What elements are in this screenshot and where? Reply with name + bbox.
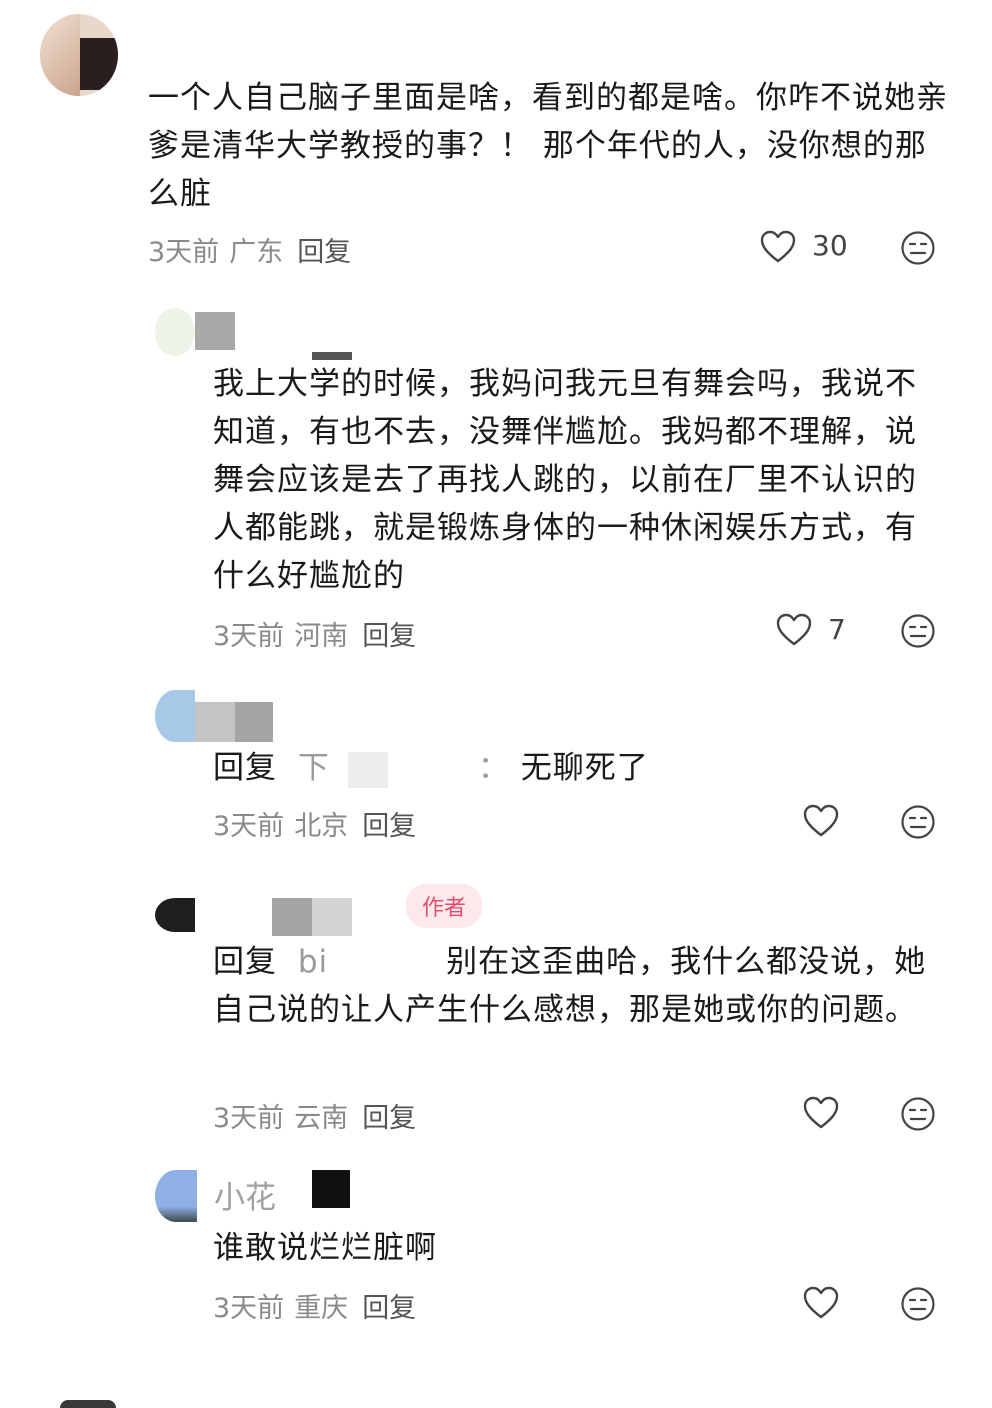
avatar[interactable] bbox=[155, 1170, 197, 1222]
comment-text: 回复 下 ： 无聊死了 bbox=[213, 744, 948, 792]
comment-location: 云南 bbox=[294, 1103, 349, 1134]
username-redacted bbox=[195, 702, 235, 742]
heart-outline-icon[interactable] bbox=[803, 804, 839, 838]
comment-text: 一个人自己脑子里面是啥，看到的都是啥。你咋不说她亲爹是清华大学教授的事？！ 那个… bbox=[148, 80, 948, 212]
neutral-face-icon[interactable] bbox=[900, 1096, 936, 1132]
mention-redacted bbox=[347, 751, 388, 788]
heart-outline-icon[interactable] bbox=[803, 1286, 839, 1320]
avatar-redaction bbox=[80, 38, 118, 90]
comment-location: 重庆 bbox=[294, 1293, 349, 1324]
username-redacted bbox=[312, 352, 352, 360]
comment-time: 3天前 bbox=[213, 1293, 285, 1324]
comment-time: 3天前 bbox=[148, 237, 220, 268]
username-redacted bbox=[312, 1170, 350, 1208]
avatar-photo bbox=[40, 14, 80, 96]
reply-prefix: 回复 bbox=[213, 750, 277, 786]
comment-text: 谁敢说烂烂脏啊 bbox=[213, 1230, 437, 1266]
like-count: 30 bbox=[812, 229, 848, 262]
comment-time: 3天前 bbox=[213, 811, 285, 842]
mention-username[interactable]: bi bbox=[298, 944, 328, 980]
comment-location: 北京 bbox=[294, 811, 349, 842]
reply-button[interactable]: 回复 bbox=[362, 811, 416, 842]
avatar[interactable] bbox=[155, 898, 195, 932]
reply-button[interactable]: 回复 bbox=[362, 1103, 416, 1134]
neutral-face-icon[interactable] bbox=[900, 804, 936, 840]
comment-meta: 3天前 北京 回复 bbox=[213, 804, 416, 843]
comment-location: 广东 bbox=[229, 237, 284, 268]
avatar[interactable] bbox=[155, 308, 195, 356]
reply-button[interactable]: 回复 bbox=[297, 237, 351, 268]
neutral-face-icon[interactable] bbox=[900, 230, 936, 266]
avatar[interactable] bbox=[40, 14, 118, 96]
username[interactable]: 小花 bbox=[214, 1172, 276, 1217]
comment-time: 3天前 bbox=[213, 621, 285, 652]
reply-button[interactable]: 回复 bbox=[362, 621, 416, 652]
reply-prefix: 回复 bbox=[213, 944, 277, 980]
comment-text: 回复 bi 别在这歪曲哈，我什么都没说，她自己说的让人产生什么感想，那是她或你的问… bbox=[213, 938, 948, 1034]
username-redacted bbox=[235, 702, 273, 742]
comment-meta: 3天前 河南 回复 bbox=[213, 614, 416, 653]
heart-outline-icon[interactable] bbox=[760, 230, 796, 264]
comment-meta: 3天前 重庆 回复 bbox=[213, 1286, 416, 1325]
mention-username[interactable]: 下 bbox=[298, 750, 330, 786]
username-redacted bbox=[195, 312, 235, 350]
neutral-face-icon[interactable] bbox=[900, 613, 936, 649]
avatar[interactable] bbox=[155, 690, 195, 742]
mention-separator: ： bbox=[477, 750, 510, 786]
avatar[interactable] bbox=[60, 1400, 116, 1408]
comment-location: 河南 bbox=[294, 621, 349, 652]
username-redacted bbox=[272, 898, 312, 936]
neutral-face-icon[interactable] bbox=[900, 1286, 936, 1322]
comment-meta: 3天前 广东 回复 bbox=[148, 230, 351, 269]
comment-meta: 3天前 云南 回复 bbox=[213, 1096, 416, 1135]
heart-outline-icon[interactable] bbox=[803, 1096, 839, 1130]
comment-time: 3天前 bbox=[213, 1103, 285, 1134]
username-redacted bbox=[312, 898, 352, 936]
comment-text: 我上大学的时候，我妈问我元旦有舞会吗，我说不知道，有也不去，没舞伴尴尬。我妈都不… bbox=[213, 366, 917, 594]
reply-body: 无聊死了 bbox=[520, 750, 649, 786]
like-count: 7 bbox=[828, 613, 846, 646]
heart-outline-icon[interactable] bbox=[776, 613, 812, 647]
author-badge: 作者 bbox=[406, 884, 483, 928]
reply-button[interactable]: 回复 bbox=[362, 1293, 416, 1324]
